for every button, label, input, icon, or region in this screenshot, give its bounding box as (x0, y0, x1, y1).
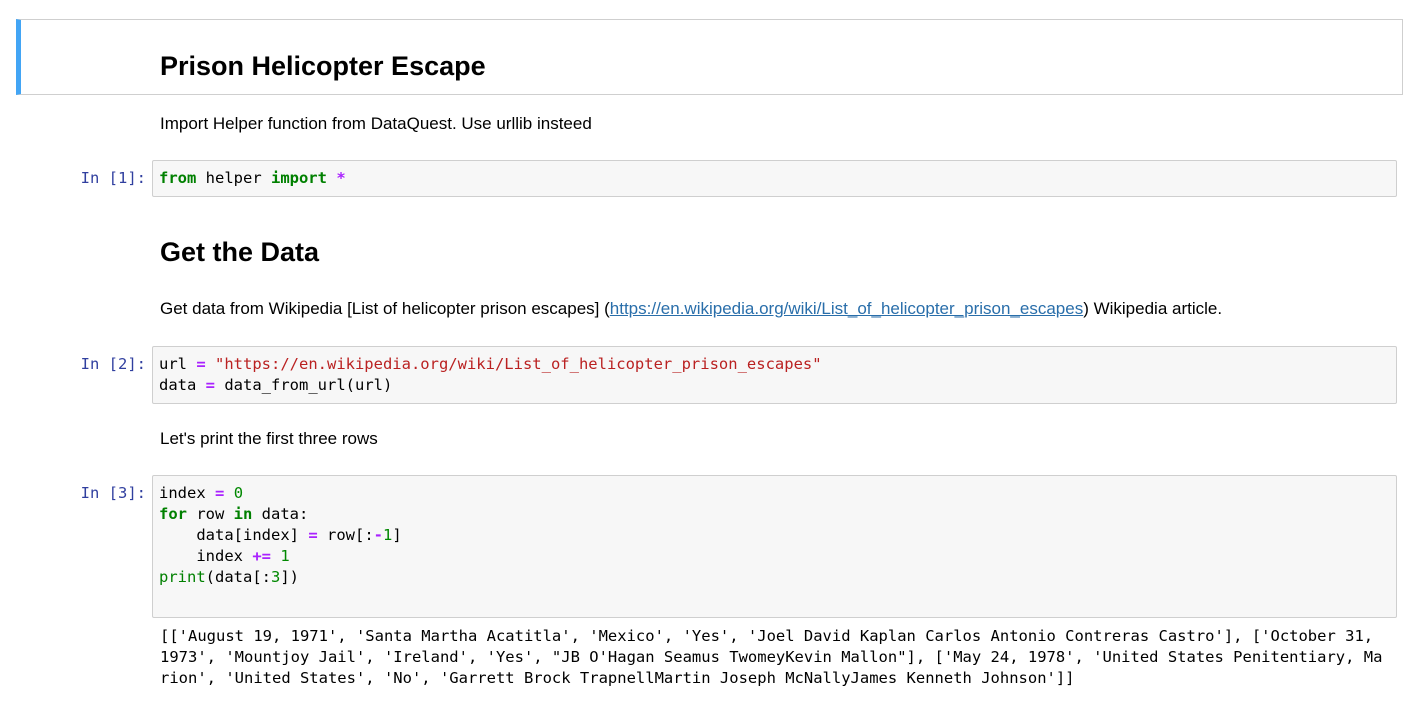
intro-text: Import Helper function from DataQuest. U… (160, 114, 592, 133)
code-cell-3-source: index = 0 for row in data: data[index] =… (159, 484, 402, 586)
code-operator: = (196, 355, 206, 373)
code-text: data_from_url(url) (215, 376, 393, 394)
code-text: helper (196, 169, 271, 187)
code-cell-2[interactable]: url = "https://en.wikipedia.org/wiki/Lis… (152, 346, 1397, 404)
cell-prompt-3: In [3]: (80, 484, 146, 502)
get-data-text-before: Get data from Wikipedia [List of helicop… (160, 299, 610, 318)
code-text: url (159, 355, 197, 373)
code-cell-3[interactable]: index = 0 for row in data: data[index] =… (152, 475, 1397, 618)
code-keyword: from (159, 169, 197, 187)
code-string: "https://en.wikipedia.org/wiki/List_of_h… (205, 355, 822, 373)
code-keyword: import (270, 169, 327, 187)
cell-prompt-2: In [2]: (80, 355, 146, 373)
code-cell-1[interactable]: from helper import * (152, 160, 1397, 197)
code-text: data (159, 376, 206, 394)
get-data-text: Get data from Wikipedia [List of helicop… (160, 298, 1222, 320)
get-data-text-after: ) Wikipedia article. (1083, 299, 1223, 318)
notebook-title: Prison Helicopter Escape (160, 51, 486, 81)
cell-output: [['August 19, 1971', 'Santa Martha Acati… (160, 627, 1383, 687)
code-operator: = (205, 376, 216, 394)
cell-prompt-1: In [1]: (80, 169, 146, 187)
section-heading: Get the Data (160, 237, 320, 267)
wikipedia-link[interactable]: https://en.wikipedia.org/wiki/List_of_he… (610, 299, 1083, 318)
code-operator: * (326, 169, 346, 187)
print-text: Let's print the first three rows (160, 429, 378, 448)
